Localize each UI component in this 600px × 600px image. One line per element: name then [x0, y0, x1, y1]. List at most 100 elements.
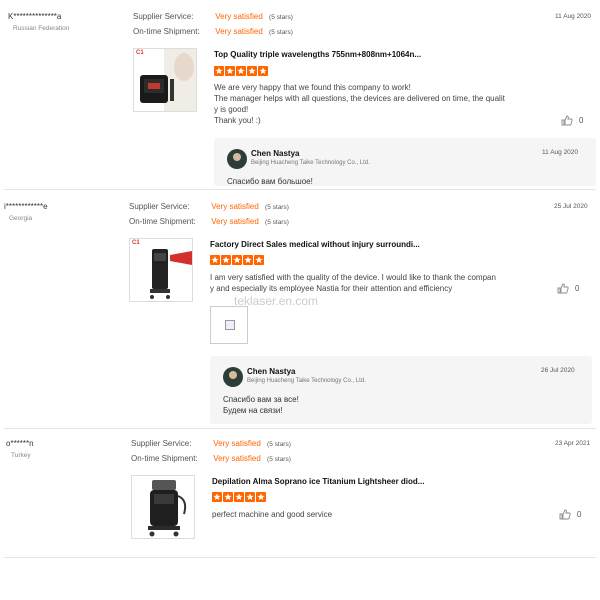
reply-date: 11 Aug 2020: [542, 149, 579, 156]
like-count: 0: [575, 284, 580, 293]
like-button[interactable]: 0: [561, 115, 583, 126]
buyer-country: Georgia: [9, 215, 33, 222]
supplier-reply: Chen Nastya Beijing Huacheng Taike Techn…: [210, 356, 592, 424]
ontime-shipment-label: On-time Shipment:: [133, 27, 200, 36]
reply-line: Спасибо вам большое!: [227, 177, 313, 186]
supplier-service-label: Supplier Service:: [133, 12, 194, 21]
star-icon: [225, 66, 235, 76]
buyer-country: Russian Federation: [13, 25, 70, 32]
supplier-service-row: Supplier Service: Very satisfied (5 star…: [131, 439, 291, 448]
review-text: We are very happy that we found this com…: [214, 82, 526, 126]
buyer-name: K**************a Russian Federation: [8, 12, 70, 32]
star-icon: [245, 492, 255, 502]
review-date: 11 Aug 2020: [555, 13, 592, 20]
review-divider: [4, 189, 596, 190]
product-title-link[interactable]: Top Quality triple wavelengths 755nm+808…: [214, 50, 421, 59]
reply-line: Спасибо вам за все!: [223, 395, 299, 404]
review-text-line: perfect machine and good service: [212, 510, 333, 519]
star-icon: [254, 255, 264, 265]
ontime-shipment-row: On-time Shipment: Very satisfied (5 star…: [129, 217, 289, 226]
thumbs-up-icon: [557, 283, 569, 294]
review-attachment-image[interactable]: [210, 306, 248, 344]
reply-date: 26 Jul 2020: [541, 367, 575, 374]
star-icon: [232, 255, 242, 265]
ontime-shipment-stars: (5 stars): [265, 219, 289, 226]
star-icon: [258, 66, 268, 76]
review-rating: [210, 255, 264, 265]
laser-device-image: [148, 480, 187, 537]
star-icon: [212, 492, 222, 502]
like-count: 0: [579, 116, 584, 125]
product-title-link[interactable]: Depilation Alma Soprano ice Titanium Lig…: [212, 477, 424, 486]
ontime-shipment-row: On-time Shipment: Very satisfied (5 star…: [133, 27, 293, 36]
ontime-shipment-stars: (5 stars): [267, 456, 291, 463]
ontime-shipment-value: Very satisfied: [215, 27, 263, 36]
product-title-link[interactable]: Factory Direct Sales medical without inj…: [210, 240, 420, 249]
review-text-line: Thank you! :): [214, 116, 261, 125]
supplier-service-stars: (5 stars): [269, 14, 293, 21]
review-rating: [214, 66, 268, 76]
ontime-shipment-value: Very satisfied: [213, 454, 261, 463]
reply-company: Beijing Huacheng Taike Technology Co., L…: [251, 160, 370, 166]
supplier-service-stars: (5 stars): [265, 204, 289, 211]
review-rating: [212, 492, 266, 502]
supplier-service-stars: (5 stars): [267, 441, 291, 448]
supplier-service-value: Very satisfied: [211, 202, 259, 211]
star-icon: [223, 492, 233, 502]
supplier-service-label: Supplier Service:: [131, 439, 192, 448]
ontime-shipment-row: On-time Shipment: Very satisfied (5 star…: [131, 454, 291, 463]
ontime-shipment-label: On-time Shipment:: [131, 454, 198, 463]
review-text-line: y is good!: [214, 105, 249, 114]
star-icon: [214, 66, 224, 76]
buyer-name: i************e Georgia: [4, 202, 48, 222]
like-button[interactable]: 0: [557, 283, 579, 294]
reply-message: Спасибо вам большое!: [227, 176, 313, 187]
thumbs-up-icon: [561, 115, 573, 126]
ontime-shipment-value: Very satisfied: [211, 217, 259, 226]
badge-c1: C1: [132, 240, 140, 246]
review-text: I am very satisfied with the quality of …: [210, 272, 524, 294]
badge-c1: C1: [136, 50, 144, 56]
supplier-service-value: Very satisfied: [215, 12, 263, 21]
review-divider: [4, 428, 596, 429]
review-text: perfect machine and good service: [212, 509, 524, 520]
supplier-service-label: Supplier Service:: [129, 202, 190, 211]
review-date: 23 Apr 2021: [555, 440, 591, 447]
supplier-reply: Chen Nastya Beijing Huacheng Taike Techn…: [214, 138, 596, 186]
star-icon: [210, 255, 220, 265]
star-icon: [247, 66, 257, 76]
review-text-line: I am very satisfied with the quality of …: [210, 273, 496, 282]
star-icon: [236, 66, 246, 76]
ontime-shipment-label: On-time Shipment:: [129, 217, 196, 226]
like-count: 0: [577, 510, 582, 519]
supplier-service-row: Supplier Service: Very satisfied (5 star…: [129, 202, 289, 211]
reply-company: Beijing Huacheng Taike Technology Co., L…: [247, 378, 366, 384]
supplier-service-row: Supplier Service: Very satisfied (5 star…: [133, 12, 293, 21]
avatar: [227, 149, 247, 169]
supplier-service-value: Very satisfied: [213, 439, 261, 448]
product-thumbnail[interactable]: C1: [133, 48, 197, 112]
review-text-line: y and especially its employee Nastia for…: [210, 284, 453, 293]
star-icon: [256, 492, 266, 502]
reply-line: Будем на связи!: [223, 406, 283, 415]
buyer-name: o******n Turkey: [6, 439, 34, 459]
star-icon: [243, 255, 253, 265]
product-thumbnail[interactable]: C1: [129, 238, 193, 302]
laser-device-image: [140, 49, 196, 111]
broken-image-icon: [225, 320, 235, 330]
review-date: 25 Jul 2020: [554, 203, 588, 210]
product-thumbnail[interactable]: [131, 475, 195, 539]
like-button[interactable]: 0: [559, 509, 581, 520]
avatar: [223, 367, 243, 387]
thumbs-up-icon: [559, 509, 571, 520]
star-icon: [221, 255, 231, 265]
reply-author: Chen Nastya: [247, 367, 296, 376]
reply-author: Chen Nastya: [251, 149, 300, 158]
review-text-line: The manager helps with all questions, th…: [214, 94, 505, 103]
review-text-line: We are very happy that we found this com…: [214, 83, 411, 92]
reply-message: Спасибо вам за все! Будем на связи!: [223, 394, 299, 416]
star-icon: [234, 492, 244, 502]
ontime-shipment-stars: (5 stars): [269, 29, 293, 36]
buyer-country: Turkey: [11, 452, 31, 459]
laser-device-image: [150, 249, 192, 299]
